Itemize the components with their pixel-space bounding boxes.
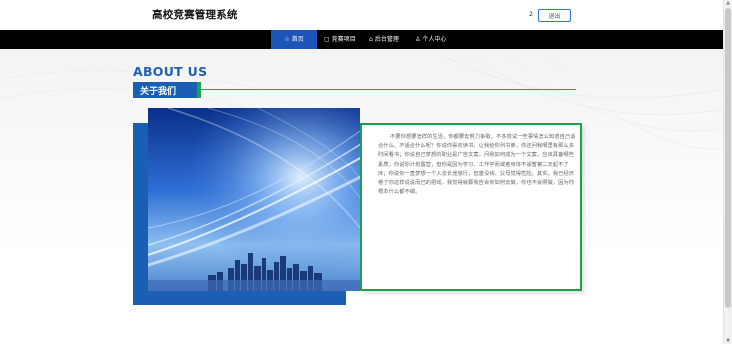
logout-button[interactable]: 退出 [538,9,571,22]
header-bar: 高校竞赛管理系统 2 退出 [0,0,724,30]
scroll-down-icon[interactable]: ▼ [725,338,731,344]
nav-item-label: 首页 [291,36,304,43]
site-title: 高校竞赛管理系统 [152,9,238,21]
scrollbar-thumb[interactable] [725,8,731,308]
document-icon: ▢ [324,36,330,43]
nav-item-contest-projects[interactable]: ▢ 竞赛项目 [324,30,356,49]
scroll-up-icon[interactable]: ▲ [725,0,731,6]
nav-item-home[interactable]: ☆ 首页 [271,30,317,49]
about-title-en: ABOUT US [133,64,208,79]
main-content: ABOUT US 关于我们 不要你想要怎样的生活，你都要去努力争取，不多尝试一些… [0,49,724,344]
briefcase-icon: ⌂ [369,36,373,43]
about-title-accent [197,82,201,98]
nav-item-label: 个人中心 [422,36,447,43]
vertical-scrollbar[interactable]: ▲ ▼ [723,0,732,344]
about-body-text: 不要你想要怎样的生活，你都要去努力争取，不多尝试一些事情怎么知道自己适合什么、不… [378,134,576,196]
nav-item-admin[interactable]: ⌂ 后台管理 [369,30,399,49]
nav-item-personal-center[interactable]: ♙ 个人中心 [415,30,446,49]
nav-item-label: 竞赛项目 [331,36,356,43]
user-icon: ♙ [415,36,421,43]
about-image [148,108,360,291]
nav-item-label: 后台管理 [374,36,399,43]
home-icon: ☆ [284,36,290,43]
user-indicator: 2 [529,11,533,18]
title-divider [200,89,576,90]
about-title-cn: 关于我们 [140,87,177,97]
main-nav: ☆ 首页 ▢ 竞赛项目 ⌂ 后台管理 ♙ 个人中心 [0,30,724,49]
